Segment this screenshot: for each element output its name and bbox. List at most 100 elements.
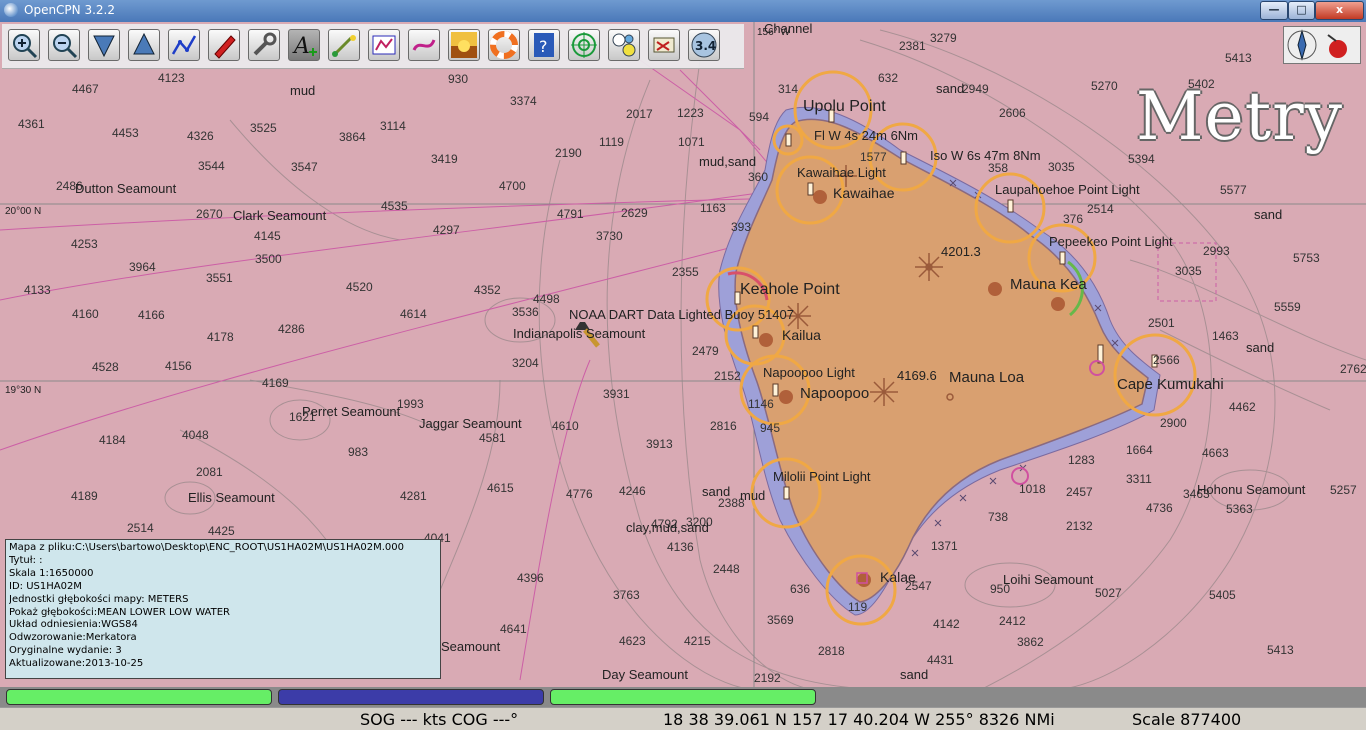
- sounding: 4776: [566, 487, 593, 501]
- auto-follow-button[interactable]: [208, 29, 240, 61]
- text-button[interactable]: A: [288, 29, 320, 61]
- sounding: 2479: [692, 344, 719, 358]
- place-label: Ellis Seamount: [188, 490, 275, 505]
- sounding: 4326: [187, 129, 214, 143]
- sounding: 4791: [557, 207, 584, 221]
- sounding: 3374: [510, 94, 537, 108]
- place-label: Perret Seamount: [302, 404, 401, 419]
- sounding: 4396: [517, 571, 544, 585]
- lifebuoy-icon: [490, 31, 518, 59]
- sounding: 3547: [291, 160, 318, 174]
- sounding: 738: [988, 510, 1008, 524]
- sounding: 314: [778, 82, 798, 96]
- sounding: 3536: [512, 305, 539, 319]
- zoom-out-button[interactable]: [48, 29, 80, 61]
- sounding: 2457: [1066, 485, 1093, 499]
- place-label: NOAA DART Data Lighted Buoy 51407: [569, 307, 794, 322]
- current-tide-button[interactable]: [328, 29, 360, 61]
- sounding: 2606: [999, 106, 1026, 120]
- info-line: Pokaż głębokości:MEAN LOWER LOW WATER: [9, 606, 230, 618]
- place-label: sand: [900, 667, 928, 682]
- sounding: 2762: [1340, 362, 1366, 376]
- mob-button[interactable]: [488, 29, 520, 61]
- sounding: 5257: [1330, 483, 1357, 497]
- maximize-button[interactable]: □: [1288, 1, 1315, 20]
- info-line: Skala 1:1650000: [9, 567, 94, 579]
- zoom-in-button[interactable]: [8, 29, 40, 61]
- title-bar: OpenCPN 3.2.2 — □ x: [0, 0, 1366, 22]
- sounding: 1371: [931, 539, 958, 553]
- print-button[interactable]: [648, 29, 680, 61]
- chart-key-1[interactable]: [6, 689, 272, 705]
- sounding: 4160: [72, 307, 99, 321]
- sounding: 3964: [129, 260, 156, 274]
- chart-key-3[interactable]: [550, 689, 816, 705]
- sounding: 4528: [92, 360, 119, 374]
- sounding: 2816: [710, 419, 737, 433]
- sounding: 1119: [599, 135, 624, 149]
- place-label: mud,sand: [699, 154, 756, 169]
- sounding: 1993: [397, 397, 424, 411]
- sounding: 360: [748, 170, 768, 184]
- sounding: 4467: [72, 82, 99, 96]
- sounding: 3204: [512, 356, 539, 370]
- place-label: Keahole Point: [740, 281, 840, 298]
- scale-up-button[interactable]: [128, 29, 160, 61]
- sounding: 393: [731, 220, 751, 234]
- sounding: 3035: [1175, 264, 1202, 278]
- info-line: Mapa z pliku:C:\Users\bartowo\Desktop\EN…: [9, 542, 404, 553]
- scale-readout: Scale 877400: [1132, 710, 1242, 729]
- chart-key-2[interactable]: [278, 689, 544, 705]
- help-button[interactable]: ?: [528, 29, 560, 61]
- sounding: 3551: [206, 271, 233, 285]
- sounding: 4281: [400, 489, 427, 503]
- dashboard-button[interactable]: [608, 29, 640, 61]
- sounding: 4166: [138, 308, 165, 322]
- sounding: 376: [1063, 212, 1083, 226]
- place-label: Napoopoo Light: [763, 365, 855, 380]
- settings-button[interactable]: [248, 29, 280, 61]
- ais-button[interactable]: [568, 29, 600, 61]
- route-manager-button[interactable]: [368, 29, 400, 61]
- sounding: 2081: [196, 465, 223, 479]
- place-label: Indianapolis Seamount: [513, 326, 646, 341]
- sounding: 4614: [400, 307, 427, 321]
- place-label: Day Seamount: [602, 667, 688, 682]
- tide-icon: [332, 35, 356, 57]
- badge-icon: 3.4: [691, 32, 717, 58]
- version-button[interactable]: 3.4: [688, 29, 720, 61]
- info-line: Tytuł: :: [9, 554, 43, 566]
- sounding: 3862: [1017, 635, 1044, 649]
- create-route-button[interactable]: [168, 29, 200, 61]
- minimize-button[interactable]: —: [1260, 1, 1288, 20]
- sounding: 1146: [748, 397, 774, 411]
- color-scheme-button[interactable]: [448, 29, 480, 61]
- place-label: clay,mud,sand: [626, 520, 709, 535]
- info-line: Oryginalne wydanie: 3: [9, 645, 122, 657]
- sounding: 1071: [678, 135, 705, 149]
- track-button[interactable]: [408, 29, 440, 61]
- sounding: 4246: [619, 484, 646, 498]
- magnifier-minus-icon: [53, 34, 78, 59]
- sounding: 636: [790, 582, 810, 596]
- sounding: 2192: [754, 671, 781, 685]
- place-label: sand: [702, 484, 730, 499]
- place-label: Kawaihae: [833, 185, 895, 201]
- scale-down-button[interactable]: [88, 29, 120, 61]
- place-label: Jaggar Seamount: [419, 416, 522, 431]
- compass-widget[interactable]: [1283, 26, 1361, 64]
- place-label: Napoopoo: [800, 385, 869, 402]
- sounding: 3500: [255, 252, 282, 266]
- sounding: 4453: [112, 126, 139, 140]
- sounding: 2152: [714, 369, 741, 383]
- text-a-icon: A: [292, 34, 317, 59]
- place-label: Kailua: [782, 327, 821, 343]
- sounding: 3544: [198, 159, 225, 173]
- sounding: 2132: [1066, 519, 1093, 533]
- sounding: 2412: [999, 614, 1026, 628]
- sounding: 2381: [899, 39, 926, 53]
- place-label: Laupahoehoe Point Light: [995, 182, 1140, 197]
- sounding: 5405: [1209, 588, 1236, 602]
- close-button[interactable]: x: [1315, 1, 1364, 20]
- print-icon: [653, 37, 675, 53]
